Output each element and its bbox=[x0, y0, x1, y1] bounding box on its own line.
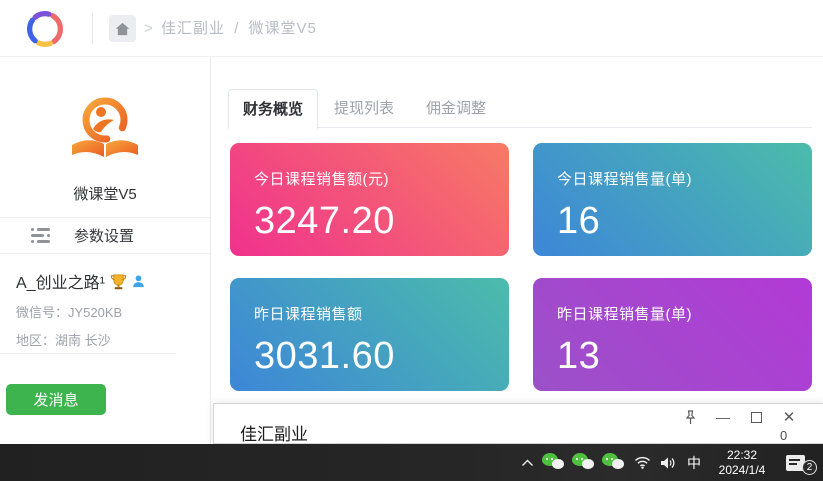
tray-time: 22:32 bbox=[719, 448, 766, 463]
sidebar-app-name: 微课堂V5 bbox=[0, 183, 210, 204]
sidebar-item-settings[interactable]: 参数设置 bbox=[0, 218, 210, 254]
card-yesterday-sales-amount: 昨日课程销售额 3031.60 bbox=[230, 278, 509, 391]
finance-tabs: 财务概览 提现列表 佣金调整 bbox=[228, 89, 812, 128]
notification-badge: 2 bbox=[802, 460, 817, 475]
ime-indicator[interactable]: 中 bbox=[681, 444, 707, 481]
user-wechat: 微信号：JY520KB bbox=[16, 302, 206, 321]
list-settings-icon bbox=[31, 228, 51, 243]
sidebar: 微课堂V5 参数设置 A_创业之路¹ bbox=[0, 57, 211, 444]
card-value: 13 bbox=[557, 335, 812, 378]
divider bbox=[0, 353, 176, 354]
wifi-icon[interactable] bbox=[629, 444, 655, 481]
card-value: 3031.60 bbox=[254, 335, 509, 378]
system-tray: 中 22:32 2024/1/4 2 bbox=[515, 444, 823, 481]
card-yesterday-sales-count: 昨日课程销售量(单) 13 bbox=[533, 278, 812, 391]
header-divider bbox=[92, 13, 93, 44]
minimize-icon[interactable]: — bbox=[715, 408, 731, 426]
sidebar-item-label: 参数设置 bbox=[74, 225, 134, 246]
wechat-icon[interactable] bbox=[569, 444, 599, 481]
trophy-icon bbox=[110, 273, 127, 290]
card-today-sales-amount: 今日课程销售额(元) 3247.20 bbox=[230, 143, 509, 256]
card-label: 昨日课程销售量(单) bbox=[557, 303, 812, 324]
breadcrumb-current[interactable]: 微课堂V5 bbox=[249, 20, 317, 37]
card-value: 3247.20 bbox=[254, 200, 509, 243]
home-icon bbox=[115, 22, 130, 36]
member-icon[interactable] bbox=[132, 275, 145, 288]
header: > 佳汇副业 / 微课堂V5 bbox=[0, 0, 823, 57]
tab-finance-overview[interactable]: 财务概览 bbox=[228, 89, 318, 129]
breadcrumb-separator: / bbox=[234, 20, 239, 37]
app-window: > 佳汇副业 / 微课堂V5 微课堂V5 bbox=[0, 0, 823, 481]
card-label: 昨日课程销售额 bbox=[254, 303, 509, 324]
chevron-right-icon: > bbox=[144, 0, 153, 57]
user-name: A_创业之路¹ bbox=[16, 269, 105, 293]
user-region: 地区：湖南 长沙 bbox=[16, 330, 206, 349]
popup-window: 佳汇副业 — ✕ 0 bbox=[213, 403, 823, 444]
stat-cards: 今日课程销售额(元) 3247.20 今日课程销售量(单) 16 昨日课程销售额… bbox=[230, 143, 812, 391]
app-logo-icon bbox=[22, 6, 68, 52]
breadcrumb-root[interactable]: 佳汇副业 bbox=[161, 20, 225, 37]
popup-title: 佳汇副业 bbox=[240, 420, 308, 445]
card-label: 今日课程销售额(元) bbox=[254, 168, 509, 189]
tray-date: 2024/1/4 bbox=[719, 463, 766, 478]
user-info: A_创业之路¹ 微信号：JY520KB 地区：湖南 长沙 bbox=[16, 269, 206, 349]
clock[interactable]: 22:32 2024/1/4 bbox=[707, 444, 777, 481]
card-value: 16 bbox=[557, 200, 812, 243]
send-message-button[interactable]: 发消息 bbox=[6, 384, 106, 415]
org-logo-icon bbox=[67, 93, 143, 169]
card-today-sales-count: 今日课程销售量(单) 16 bbox=[533, 143, 812, 256]
tab-commission-adjust[interactable]: 佣金调整 bbox=[410, 89, 502, 128]
taskbar: 中 22:32 2024/1/4 2 bbox=[0, 444, 823, 481]
card-label: 今日课程销售量(单) bbox=[557, 168, 812, 189]
maximize-icon[interactable] bbox=[748, 408, 764, 426]
volume-icon[interactable] bbox=[655, 444, 681, 481]
home-button[interactable] bbox=[109, 15, 136, 42]
notification-center[interactable]: 2 bbox=[777, 444, 823, 481]
popup-overflow-text: 0 bbox=[780, 428, 787, 443]
wechat-icon[interactable] bbox=[599, 444, 629, 481]
tab-withdrawal-list[interactable]: 提现列表 bbox=[318, 89, 410, 128]
tray-expand-icon[interactable] bbox=[515, 444, 539, 481]
breadcrumb: 佳汇副业 / 微课堂V5 bbox=[161, 0, 317, 57]
close-icon[interactable]: ✕ bbox=[781, 408, 797, 426]
wechat-icon[interactable] bbox=[539, 444, 569, 481]
pin-icon[interactable] bbox=[682, 408, 698, 426]
